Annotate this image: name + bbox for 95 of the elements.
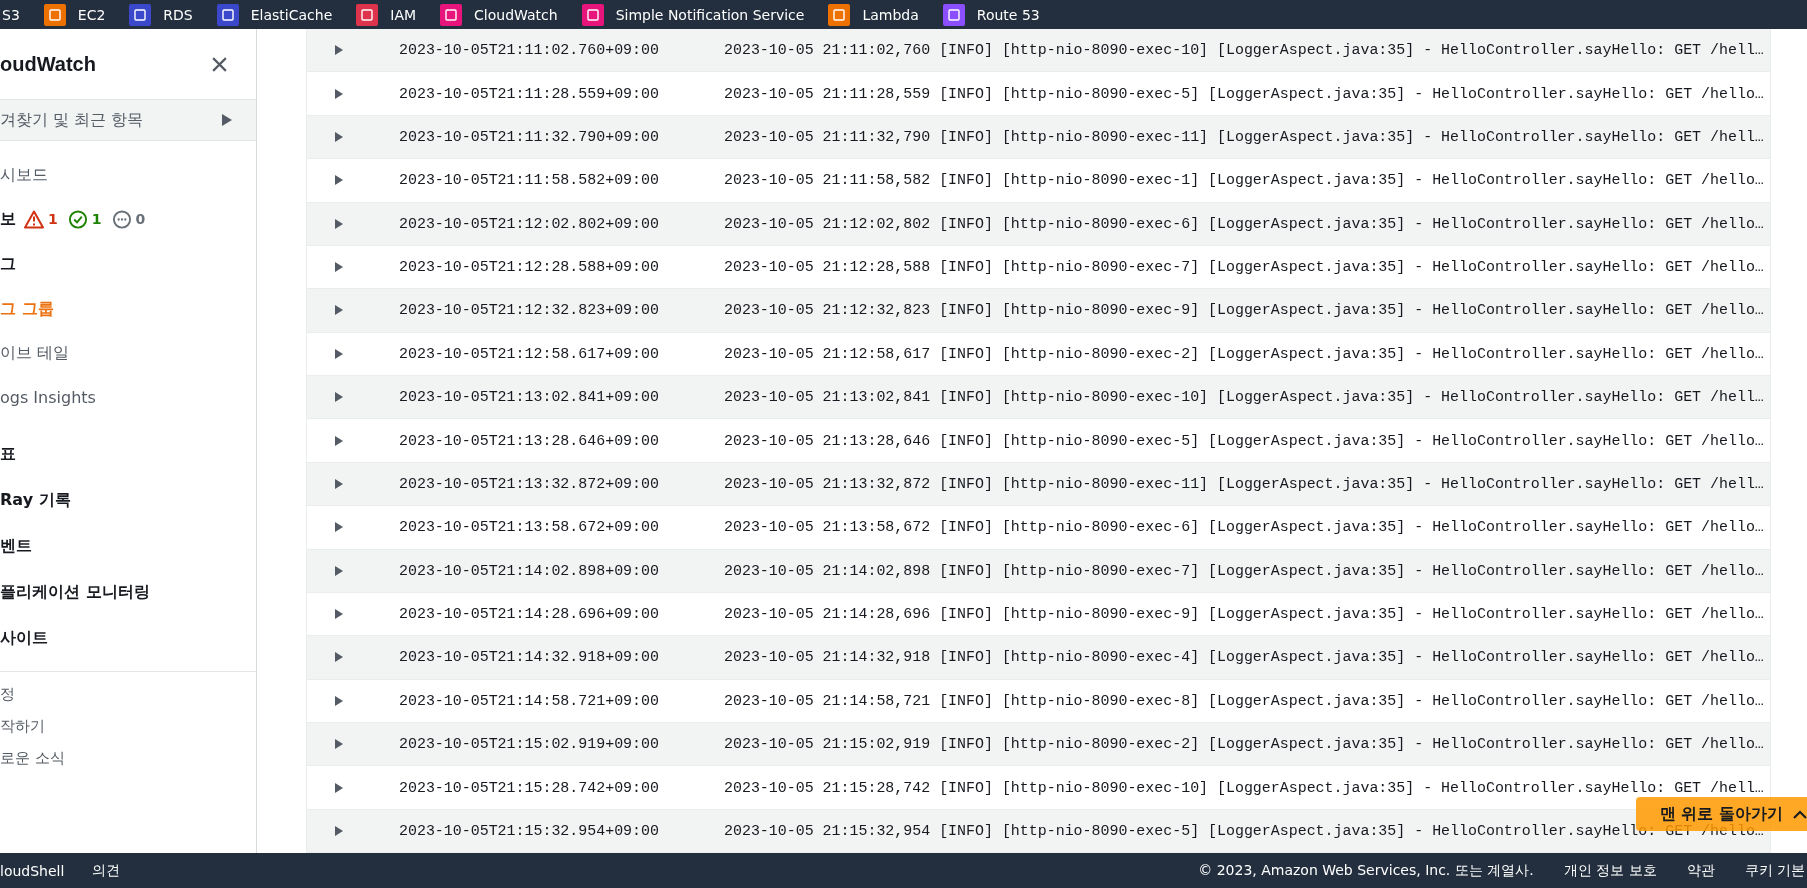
expand-icon[interactable] (335, 305, 343, 316)
log-timestamp: 2023-10-05T21:11:28.559+09:00 (399, 85, 660, 102)
log-message: 2023-10-05 21:14:02,898 [INFO] [http-nio-8090-exec-7] [LoggerAspect.java:35] - HelloController.sayHello: GET /hello… (724, 562, 1764, 579)
expand-icon[interactable] (335, 45, 343, 56)
nav-link[interactable]: 작하기 (0, 716, 45, 736)
nav-link[interactable]: 이브 테일 (0, 342, 70, 364)
expand-icon[interactable] (335, 88, 343, 99)
service-link[interactable]: IAM (356, 3, 417, 26)
log-timestamp: 2023-10-05T21:15:32.954+09:00 (399, 822, 660, 839)
nav-link[interactable]: Ray 기록 (0, 489, 71, 511)
log-timestamp: 2023-10-05T21:11:58.582+09:00 (399, 172, 660, 189)
log-message: 2023-10-05 21:13:32,872 [INFO] [http-nio-8090-exec-11] [LoggerAspect.java:35] - HelloController.sayHello: GET /hell… (724, 475, 1764, 492)
expand-icon[interactable] (335, 218, 343, 229)
nav-link[interactable]: 정 (0, 684, 15, 704)
nav-link[interactable]: ogs Insights (0, 387, 96, 407)
log-message: 2023-10-05 21:12:28,588 [INFO] [http-nio-8090-exec-7] [LoggerAspect.java:35] - HelloController.sayHello: GET /hello… (724, 259, 1764, 276)
log-message: 2023-10-05 21:11:28,559 [INFO] [http-nio-8090-exec-5] [LoggerAspect.java:35] - HelloController.sayHello: GET /hello… (724, 85, 1764, 102)
expand-icon[interactable] (335, 739, 343, 750)
log-timestamp: 2023-10-05T21:11:32.790+09:00 (399, 128, 660, 145)
log-timestamp: 2023-10-05T21:13:28.646+09:00 (399, 432, 660, 449)
expand-icon[interactable] (335, 652, 343, 663)
service-link[interactable]: Route 53 (942, 3, 1040, 26)
expand-icon[interactable] (335, 131, 343, 142)
log-timestamp: 2023-10-05T21:14:02.898+09:00 (399, 562, 660, 579)
nav-link[interactable]: 그 (0, 253, 16, 275)
service-link[interactable]: S3 (2, 6, 20, 23)
log-timestamp: 2023-10-05T21:13:32.872+09:00 (399, 475, 660, 492)
service-link[interactable]: Simple Notification Service (581, 3, 805, 26)
log-timestamp: 2023-10-05T21:12:28.588+09:00 (399, 259, 660, 276)
log-timestamp: 2023-10-05T21:14:32.918+09:00 (399, 649, 660, 666)
nav-link[interactable]: 플리케이션 모니터링 (0, 581, 150, 603)
expand-icon[interactable] (335, 565, 343, 576)
service-link[interactable]: RDS (129, 3, 193, 26)
footer-link[interactable]: 약관 (1686, 861, 1715, 880)
sidebar-title: oudWatch (0, 52, 96, 76)
log-message: 2023-10-05 21:12:58,617 [INFO] [http-nio-8090-exec-2] [LoggerAspect.java:35] - HelloController.sayHello: GET /hello… (724, 345, 1764, 362)
log-message: 2023-10-05 21:14:28,696 [INFO] [http-nio-8090-exec-9] [LoggerAspect.java:35] - HelloController.sayHello: GET /hello… (724, 606, 1764, 623)
expand-icon[interactable] (335, 825, 343, 836)
nav-link[interactable]: 보 (0, 208, 16, 230)
nav-link[interactable]: 사이트 (0, 627, 48, 649)
nav-link[interactable]: 벤트 (0, 535, 32, 557)
expand-icon[interactable] (335, 435, 343, 446)
log-message: 2023-10-05 21:14:58,721 [INFO] [http-nio-8090-exec-8] [LoggerAspect.java:35] - HelloController.sayHello: GET /hello… (724, 692, 1764, 709)
log-message: 2023-10-05 21:13:58,672 [INFO] [http-nio-8090-exec-6] [LoggerAspect.java:35] - HelloController.sayHello: GET /hello… (724, 519, 1764, 536)
alarm-count: 1 (48, 211, 58, 227)
expand-icon[interactable] (335, 782, 343, 793)
check-circle-icon (67, 209, 88, 229)
log-message: 2023-10-05 21:11:32,790 [INFO] [http-nio-8090-exec-11] [LoggerAspect.java:35] - HelloController.sayHello: GET /hell… (724, 128, 1764, 145)
expand-icon[interactable] (335, 262, 343, 273)
copyright-text: © 2023, Amazon Web Services, Inc. 또는 계열사. (1198, 861, 1534, 880)
more-circle-icon (111, 209, 132, 229)
footer-link[interactable]: 의견 (92, 861, 121, 880)
log-message: 2023-10-05 21:12:02,802 [INFO] [http-nio-8090-exec-6] [LoggerAspect.java:35] - HelloController.sayHello: GET /hello… (724, 215, 1764, 232)
caret-icon (1793, 809, 1807, 819)
expand-icon[interactable] (335, 392, 343, 403)
alarm-count: 0 (135, 211, 146, 227)
service-link[interactable]: Lambda (828, 3, 919, 26)
service-link[interactable]: EC2 (43, 3, 106, 26)
warning-icon (24, 209, 44, 229)
log-message: 2023-10-05 21:11:02,760 [INFO] [http-nio-8090-exec-10] [LoggerAspect.java:35] - HelloController.sayHello: GET /hell… (724, 42, 1764, 59)
close-icon[interactable] (211, 55, 228, 73)
log-timestamp: 2023-10-05T21:12:32.823+09:00 (399, 302, 660, 319)
nav-link[interactable]: 표 (0, 443, 16, 465)
log-timestamp: 2023-10-05T21:15:28.742+09:00 (399, 779, 660, 796)
log-message: 2023-10-05 21:11:58,582 [INFO] [http-nio-8090-exec-1] [LoggerAspect.java:35] - HelloController.sayHello: GET /hello… (724, 172, 1764, 189)
expand-icon[interactable] (335, 695, 343, 706)
footer-link[interactable]: 쿠키 기본 (1744, 861, 1805, 880)
footer-link[interactable]: 개인 정보 보호 (1563, 861, 1657, 880)
expand-icon[interactable] (335, 609, 343, 620)
log-timestamp: 2023-10-05T21:13:02.841+09:00 (399, 389, 660, 406)
log-timestamp: 2023-10-05T21:13:58.672+09:00 (399, 519, 660, 536)
log-timestamp: 2023-10-05T21:12:02.802+09:00 (399, 215, 660, 232)
log-message: 2023-10-05 21:15:02,919 [INFO] [http-nio-8090-exec-2] [LoggerAspect.java:35] - HelloController.sayHello: GET /hello… (724, 736, 1764, 753)
log-message: 2023-10-05 21:15:28,742 [INFO] [http-nio-8090-exec-10] [LoggerAspect.java:35] - HelloController.sayHello: GET /hell… (724, 779, 1764, 796)
log-timestamp: 2023-10-05T21:14:58.721+09:00 (399, 692, 660, 709)
expand-icon[interactable] (335, 478, 343, 489)
expand-icon[interactable] (335, 175, 343, 186)
nav-link[interactable]: 로운 소식 (0, 748, 65, 768)
service-link[interactable]: CloudWatch (440, 3, 558, 26)
footer-link[interactable]: loudShell (0, 862, 65, 879)
alarm-count: 1 (91, 211, 102, 227)
log-timestamp: 2023-10-05T21:14:28.696+09:00 (399, 606, 660, 623)
log-message: 2023-10-05 21:12:32,823 [INFO] [http-nio-8090-exec-9] [LoggerAspect.java:35] - HelloController.sayHello: GET /hello… (724, 302, 1764, 319)
log-timestamp: 2023-10-05T21:11:02.760+09:00 (399, 42, 660, 59)
nav-link[interactable]: 시보드 (0, 164, 48, 186)
service-link[interactable]: ElastiCache (216, 3, 333, 26)
expand-icon[interactable] (335, 348, 343, 359)
expand-icon[interactable] (335, 522, 343, 533)
log-message: 2023-10-05 21:14:32,918 [INFO] [http-nio-8090-exec-4] [LoggerAspect.java:35] - HelloController.sayHello: GET /hello… (724, 649, 1764, 666)
favorites-row[interactable]: 겨찾기 및 최근 항목 (0, 99, 256, 141)
log-message: 2023-10-05 21:13:02,841 [INFO] [http-nio-8090-exec-10] [LoggerAspect.java:35] - HelloController.sayHello: GET /hell… (724, 389, 1764, 406)
expand-icon (222, 114, 232, 126)
log-timestamp: 2023-10-05T21:15:02.919+09:00 (399, 736, 660, 753)
log-message: 2023-10-05 21:13:28,646 [INFO] [http-nio-8090-exec-5] [LoggerAspect.java:35] - HelloController.sayHello: GET /hello… (724, 432, 1764, 449)
log-timestamp: 2023-10-05T21:12:58.617+09:00 (399, 345, 660, 362)
